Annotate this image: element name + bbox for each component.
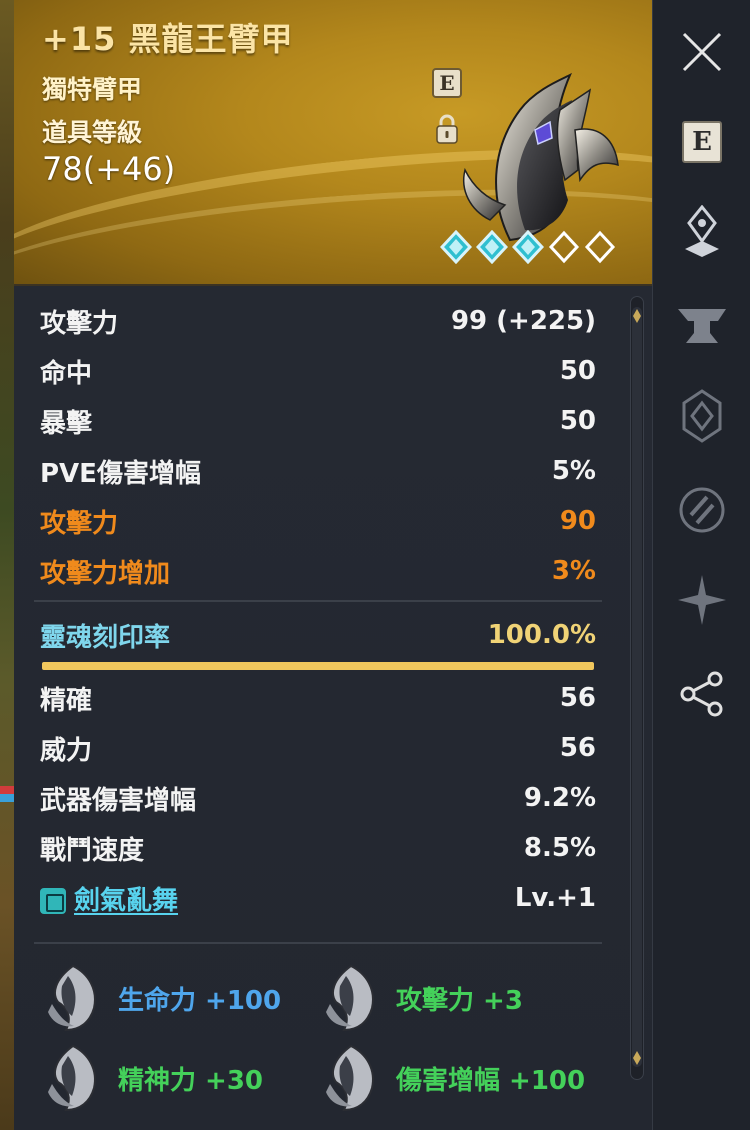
swap-circle-icon	[679, 487, 725, 533]
stat-value: 5%	[551, 456, 596, 486]
stat-label: 威力	[40, 735, 93, 766]
stat-label: 武器傷害增幅	[40, 785, 197, 816]
share-button[interactable]	[672, 664, 732, 724]
soul-engrave-progress-bar	[42, 662, 594, 670]
crest-icon	[682, 389, 722, 443]
stat-value: 9.2%	[523, 783, 596, 813]
stat-label: PVE傷害增幅	[40, 458, 201, 489]
skill-name[interactable]: 劍氣亂舞	[74, 886, 178, 916]
item-title: +15 黑龍王臂甲	[42, 20, 294, 58]
soul-gem-icon	[326, 1044, 374, 1112]
equip-e-icon: E	[682, 121, 722, 163]
stat-value: 90	[559, 506, 596, 536]
stat-row: 精確 56	[40, 673, 596, 723]
stat-row-bonus: 攻擊力增加 3%	[40, 546, 596, 596]
stat-label: 暴擊	[40, 408, 93, 439]
stat-label: 攻擊力	[40, 308, 119, 339]
section-divider	[34, 600, 602, 602]
skill-row: 劍氣亂舞 Lv.+1	[40, 873, 596, 923]
anvil-button[interactable]	[672, 296, 732, 356]
pin-marker-icon	[685, 205, 719, 257]
soul-engrave-row: 靈魂刻印率 100.0%	[40, 610, 596, 660]
star-filled-icon	[440, 230, 472, 264]
bonus-item: 精神力 +30	[44, 1044, 264, 1112]
section-divider	[34, 942, 602, 944]
anvil-icon	[678, 309, 726, 343]
stat-row: 威力 56	[40, 723, 596, 773]
soul-gem-icon	[48, 964, 96, 1032]
stat-label: 攻擊力	[40, 508, 119, 539]
stat-label: 命中	[40, 358, 93, 389]
base-stats: 攻擊力 99 (+225) 命中 50 暴擊 50 PVE傷害增幅 5% 攻擊力…	[40, 296, 596, 596]
stat-value: 3%	[551, 556, 596, 586]
bonus-text: 精神力 +30	[118, 1065, 264, 1096]
soul-gem-icon	[48, 1044, 96, 1112]
close-icon	[682, 32, 722, 72]
skill-link[interactable]: 劍氣亂舞	[40, 880, 178, 917]
bonus-text: 生命力 +100	[118, 985, 282, 1016]
bonus-item: 攻擊力 +3	[322, 964, 523, 1032]
background-marker	[0, 786, 14, 802]
star-empty-icon	[584, 230, 616, 264]
bonus-item: 生命力 +100	[44, 964, 282, 1032]
soul-engrave-label: 靈魂刻印率	[40, 622, 171, 653]
scrollbar[interactable]	[630, 296, 644, 1080]
stat-value: 99 (+225)	[450, 306, 596, 336]
star-filled-icon	[512, 230, 544, 264]
sparkle-icon	[678, 575, 726, 625]
transmute-button[interactable]	[672, 480, 732, 540]
stat-row: PVE傷害增幅 5%	[40, 446, 596, 496]
scrollbar-thumb[interactable]	[632, 307, 642, 1067]
bonus-item: 傷害增幅 +100	[322, 1044, 586, 1112]
stat-row: 戰鬥速度 8.5%	[40, 823, 596, 873]
stat-row: 攻擊力 99 (+225)	[40, 296, 596, 346]
stat-row: 武器傷害增幅 9.2%	[40, 773, 596, 823]
share-icon	[680, 671, 723, 717]
star-button[interactable]	[672, 570, 732, 630]
right-sidebar: E	[652, 0, 750, 1130]
scroll-top-icon	[633, 309, 641, 323]
stat-label: 戰鬥速度	[40, 835, 145, 866]
stat-value: 50	[559, 356, 596, 386]
appraise-button[interactable]	[672, 202, 732, 262]
stat-value: 8.5%	[523, 833, 596, 863]
bonus-text: 攻擊力 +3	[396, 985, 523, 1016]
stat-label: 攻擊力增加	[40, 558, 171, 589]
item-header: +15 黑龍王臂甲 獨特臂甲 道具等級 78(+46) E	[14, 0, 652, 286]
equip-button[interactable]: E	[672, 112, 732, 172]
star-empty-icon	[548, 230, 580, 264]
item-level-value: 78(+46)	[42, 150, 176, 188]
stat-row: 暴擊 50	[40, 396, 596, 446]
bonus-text: 傷害增幅 +100	[396, 1065, 586, 1096]
game-background	[0, 0, 14, 1130]
enhancement-stars	[440, 230, 616, 266]
stat-row-bonus: 攻擊力 90	[40, 496, 596, 546]
stat-value: 56	[559, 683, 596, 713]
item-tooltip-panel: +15 黑龍王臂甲 獨特臂甲 道具等級 78(+46) E 攻擊力 99 (+2…	[14, 0, 652, 1130]
item-level-label: 道具等級	[42, 118, 143, 147]
stat-value: 56	[559, 733, 596, 763]
soul-stats: 精確 56 威力 56 武器傷害增幅 9.2% 戰鬥速度 8.5% 劍氣亂舞 L…	[40, 673, 596, 923]
crest-button[interactable]	[672, 386, 732, 446]
stat-row: 命中 50	[40, 346, 596, 396]
close-button[interactable]	[672, 22, 732, 82]
skill-icon	[40, 888, 66, 914]
soul-engrave-value: 100.0%	[487, 620, 596, 650]
stat-label: 精確	[40, 685, 93, 716]
star-filled-icon	[476, 230, 508, 264]
skill-level: Lv.+1	[514, 883, 596, 913]
stat-value: 50	[559, 406, 596, 436]
soul-gem-icon	[326, 964, 374, 1032]
scroll-bottom-icon	[633, 1051, 641, 1065]
set-bonuses: 生命力 +100 攻擊力 +3 精神力 +30 傷害增幅 +100	[44, 960, 604, 1120]
item-type: 獨特臂甲	[42, 75, 143, 104]
